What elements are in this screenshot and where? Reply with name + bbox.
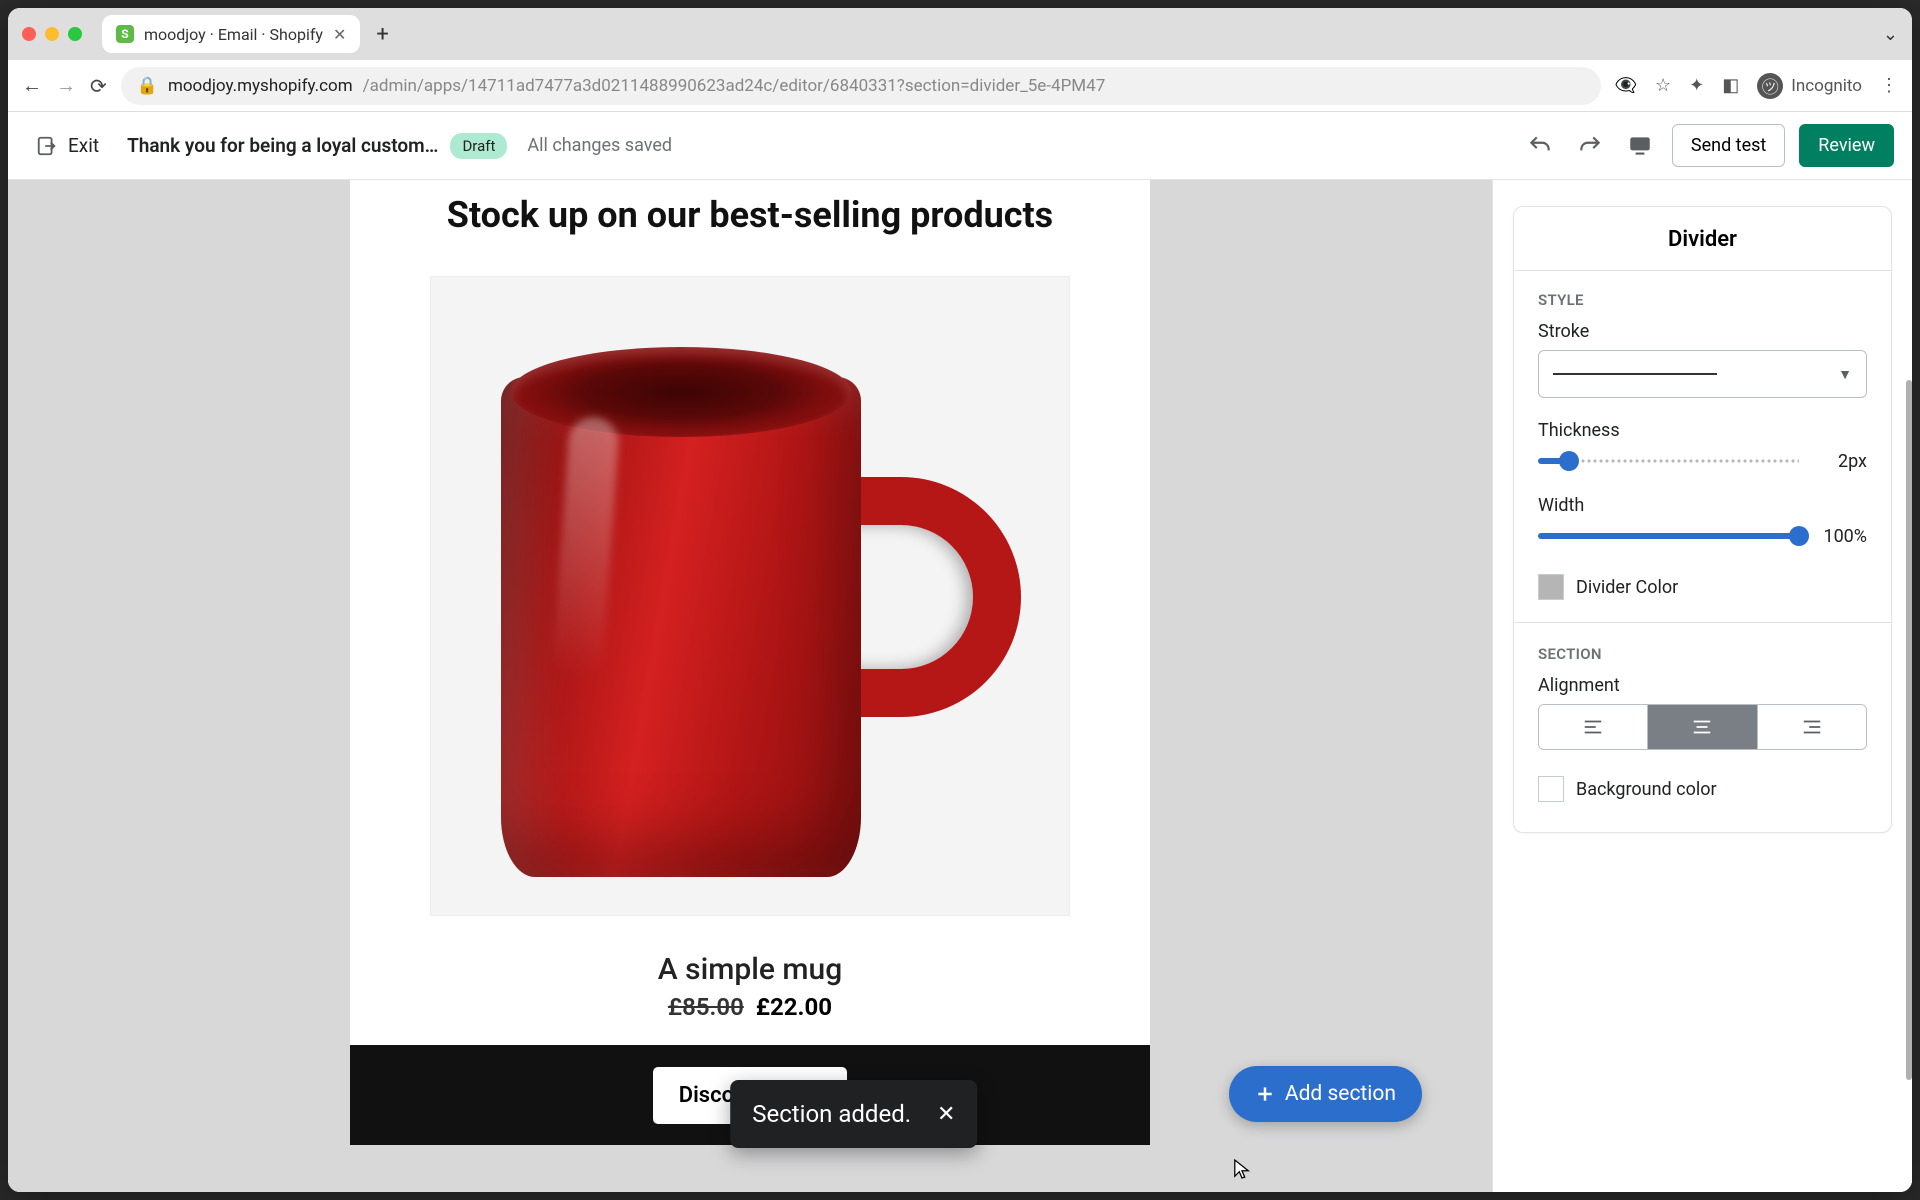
add-section-button[interactable]: Add section — [1229, 1066, 1422, 1122]
stroke-select[interactable]: ▼ — [1538, 350, 1867, 398]
close-window-icon[interactable] — [22, 27, 36, 41]
browser-window: S moodjoy · Email · Shopify ✕ + ⌄ ← → ⟳ … — [8, 8, 1912, 1192]
background-color-row[interactable]: Background color — [1538, 776, 1867, 802]
section-header: SECTION — [1538, 645, 1867, 663]
divider-color-label: Divider Color — [1576, 577, 1678, 598]
back-icon[interactable]: ← — [22, 73, 42, 98]
style-header: STYLE — [1538, 291, 1867, 309]
tab-close-icon[interactable]: ✕ — [333, 25, 346, 44]
eye-off-icon[interactable]: 👁‍🗨 — [1615, 75, 1637, 96]
canvas[interactable]: Stock up on our best-selling products — [8, 180, 1492, 1192]
app-bar: Exit Thank you for being a loyal custom…… — [8, 112, 1912, 180]
plus-icon — [1255, 1084, 1275, 1104]
mug-illustration — [501, 337, 931, 897]
toast: Section added. ✕ — [730, 1080, 977, 1148]
traffic-lights — [22, 27, 82, 41]
background-color-label: Background color — [1576, 779, 1717, 800]
exit-button[interactable]: Exit — [26, 128, 109, 163]
viewport-button[interactable] — [1622, 128, 1658, 164]
main-area: Stock up on our best-selling products — [8, 180, 1912, 1192]
product-image[interactable] — [430, 276, 1070, 916]
width-value: 100% — [1813, 526, 1867, 547]
align-center-button[interactable] — [1648, 705, 1757, 749]
chevron-down-icon: ▼ — [1838, 366, 1852, 383]
shopify-favicon-icon: S — [116, 25, 134, 43]
undo-icon — [1527, 133, 1553, 159]
titlebar: S moodjoy · Email · Shopify ✕ + ⌄ — [8, 8, 1912, 60]
incognito-badge[interactable]: ㋡ Incognito — [1757, 73, 1862, 99]
align-left-button[interactable] — [1539, 705, 1648, 749]
thickness-value: 2px — [1813, 451, 1867, 472]
product-title: A simple mug — [350, 916, 1150, 993]
save-status: All changes saved — [527, 135, 672, 156]
redo-button[interactable] — [1572, 128, 1608, 164]
tabs-overflow-icon[interactable]: ⌄ — [1883, 24, 1898, 45]
stroke-preview-icon — [1553, 373, 1717, 375]
scrollbar[interactable] — [1906, 380, 1912, 1080]
divider-color-row[interactable]: Divider Color — [1538, 574, 1867, 600]
add-section-label: Add section — [1285, 1082, 1396, 1106]
page-title: Thank you for being a loyal custom… — [127, 134, 438, 157]
desktop-icon — [1627, 133, 1653, 159]
align-right-button[interactable] — [1758, 705, 1866, 749]
alignment-segmented — [1538, 704, 1867, 750]
minimize-window-icon[interactable] — [45, 27, 59, 41]
browser-tab[interactable]: S moodjoy · Email · Shopify ✕ — [102, 15, 360, 53]
new-tab-button[interactable]: + — [376, 22, 388, 47]
undo-button[interactable] — [1522, 128, 1558, 164]
thickness-slider[interactable] — [1538, 449, 1799, 473]
extensions-icon[interactable]: ✦ — [1689, 75, 1704, 96]
kebab-menu-icon[interactable]: ⋮ — [1880, 75, 1898, 96]
url-bar: ← → ⟳ 🔒 moodjoy.myshopify.com/admin/apps… — [8, 60, 1912, 112]
price-current: £22.00 — [756, 993, 832, 1021]
exit-label: Exit — [68, 134, 99, 157]
align-center-icon — [1691, 716, 1713, 738]
address-field[interactable]: 🔒 moodjoy.myshopify.com/admin/apps/14711… — [121, 67, 1601, 105]
product-price: £85.00 £22.00 — [350, 993, 1150, 1045]
toast-close-icon[interactable]: ✕ — [937, 1102, 955, 1127]
lock-icon: 🔒 — [137, 76, 158, 96]
background-color-swatch[interactable] — [1538, 776, 1564, 802]
maximize-window-icon[interactable] — [68, 27, 82, 41]
thickness-label: Thickness — [1538, 420, 1867, 441]
tab-title: moodjoy · Email · Shopify — [144, 25, 323, 44]
incognito-label: Incognito — [1791, 76, 1862, 96]
forward-icon[interactable]: → — [56, 73, 76, 98]
price-original: £85.00 — [668, 993, 744, 1021]
incognito-icon: ㋡ — [1757, 73, 1783, 99]
stroke-label: Stroke — [1538, 321, 1867, 342]
redo-icon — [1577, 133, 1603, 159]
email-headline: Stock up on our best-selling products — [350, 180, 1150, 236]
star-icon[interactable]: ☆ — [1655, 75, 1671, 96]
panel-title: Divider — [1514, 223, 1891, 271]
url-path: /admin/apps/14711ad7477a3d0211488990623a… — [363, 76, 1106, 96]
align-right-icon — [1801, 716, 1823, 738]
divider-color-swatch[interactable] — [1538, 574, 1564, 600]
send-test-button[interactable]: Send test — [1672, 124, 1785, 167]
align-left-icon — [1582, 716, 1604, 738]
toast-message: Section added. — [752, 1100, 911, 1128]
width-slider[interactable] — [1538, 524, 1799, 548]
exit-icon — [36, 135, 58, 157]
url-host: moodjoy.myshopify.com — [168, 76, 353, 96]
alignment-label: Alignment — [1538, 675, 1867, 696]
width-label: Width — [1538, 495, 1867, 516]
status-badge: Draft — [450, 133, 507, 159]
email-preview[interactable]: Stock up on our best-selling products — [350, 180, 1150, 1145]
properties-panel: Divider STYLE Stroke ▼ Thickness 2px — [1492, 180, 1912, 1192]
side-panel-icon[interactable]: ◧ — [1722, 75, 1739, 96]
cursor-icon — [1233, 1158, 1251, 1180]
reload-icon[interactable]: ⟳ — [90, 74, 107, 98]
review-button[interactable]: Review — [1799, 124, 1894, 167]
